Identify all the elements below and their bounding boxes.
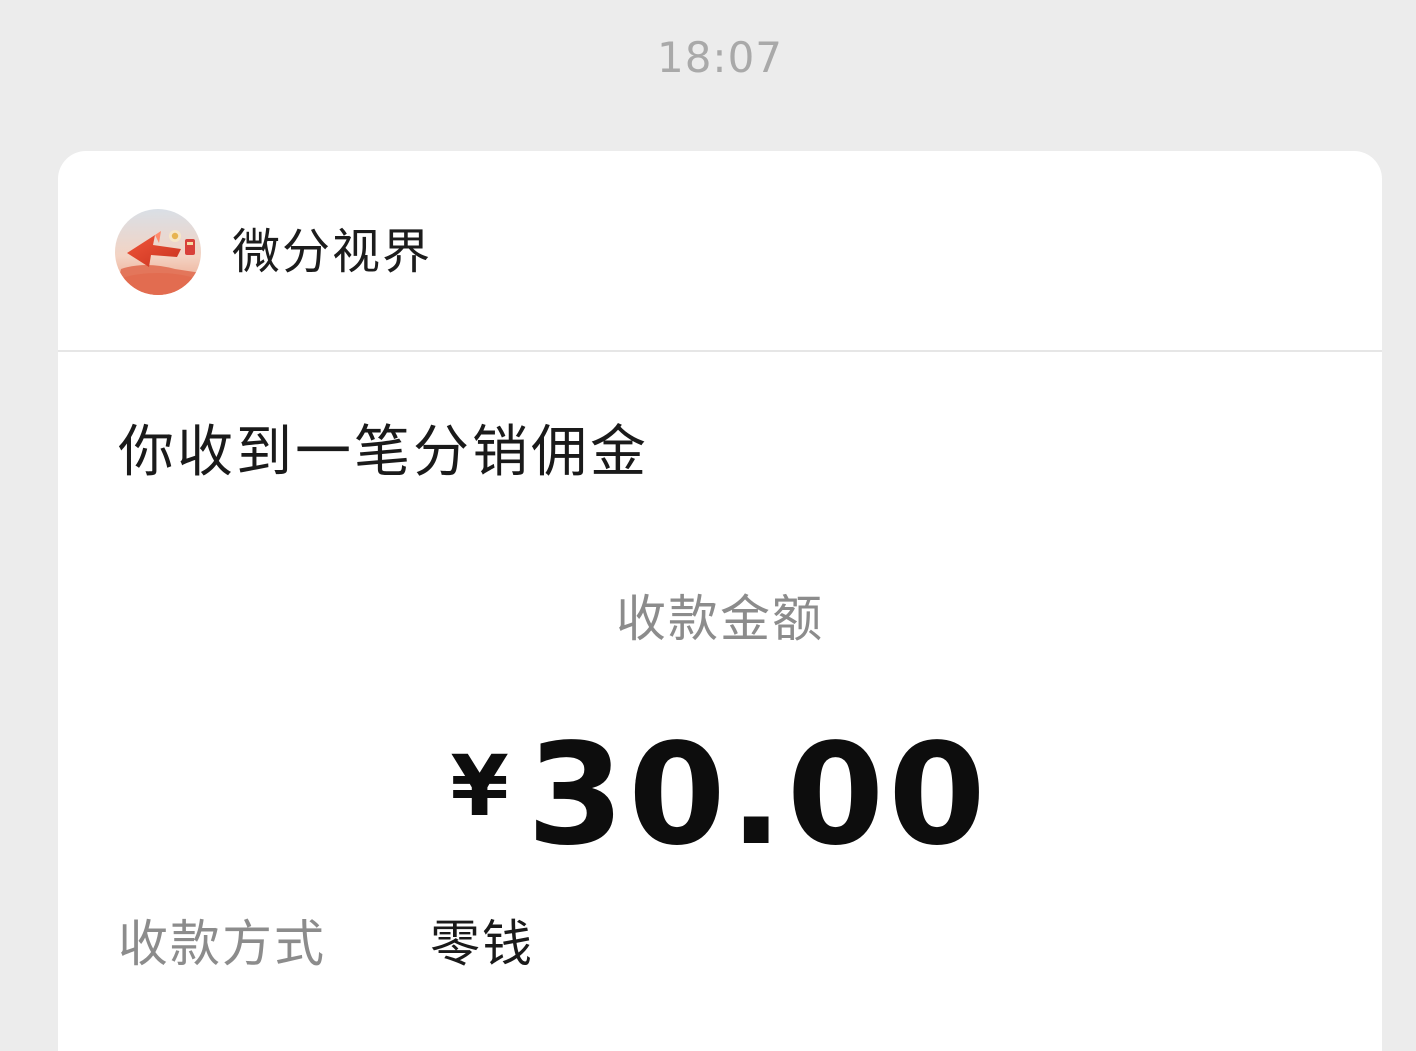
- amount-value: 30.00: [526, 714, 990, 877]
- payment-method-label: 收款方式: [118, 915, 326, 973]
- currency-symbol: ¥: [450, 737, 509, 835]
- amount-display: ¥30.00: [58, 721, 1382, 871]
- notice-title: 你收到一笔分销佣金: [118, 420, 649, 485]
- header-divider: [58, 350, 1382, 352]
- message-timestamp: 18:07: [656, 33, 784, 82]
- rocket-arrow-logo-icon: [115, 209, 201, 295]
- amount-label: 收款金额: [616, 590, 824, 648]
- payment-method-value: 零钱: [430, 915, 534, 973]
- sender-name[interactable]: 微分视界: [232, 221, 432, 283]
- payment-notification-card[interactable]: 微分视界 你收到一笔分销佣金 收款金额 ¥30.00 收款方式 零钱: [58, 151, 1382, 1051]
- sender-avatar[interactable]: [115, 209, 201, 295]
- payment-method-row: 收款方式 零钱: [118, 911, 1318, 981]
- card-header[interactable]: 微分视界: [58, 151, 1382, 351]
